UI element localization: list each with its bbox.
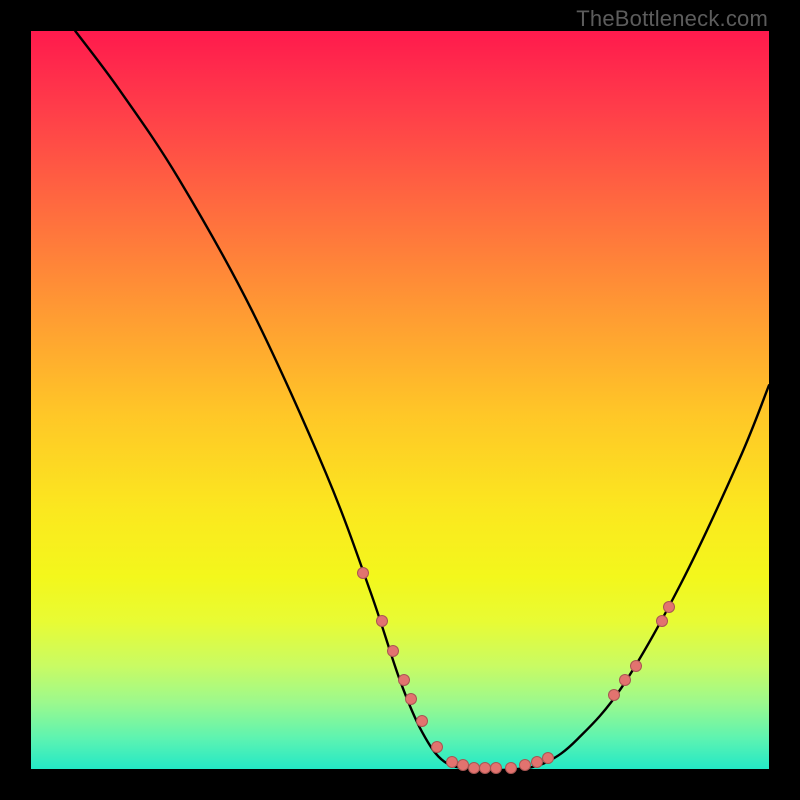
data-point: [630, 660, 642, 672]
data-point: [490, 762, 502, 774]
bottleneck-curve: [75, 31, 769, 769]
data-point: [405, 693, 417, 705]
data-point: [446, 756, 458, 768]
data-point: [468, 762, 480, 774]
data-point: [531, 756, 543, 768]
data-point: [519, 759, 531, 771]
curve-svg: [31, 31, 769, 769]
data-point: [542, 752, 554, 764]
data-point: [376, 615, 388, 627]
data-point: [431, 741, 443, 753]
plot-area: [31, 31, 769, 769]
data-point: [457, 759, 469, 771]
chart-container: TheBottleneck.com: [0, 0, 800, 800]
watermark-text: TheBottleneck.com: [576, 6, 768, 32]
data-point: [505, 762, 517, 774]
data-point: [663, 601, 675, 613]
data-point: [387, 645, 399, 657]
